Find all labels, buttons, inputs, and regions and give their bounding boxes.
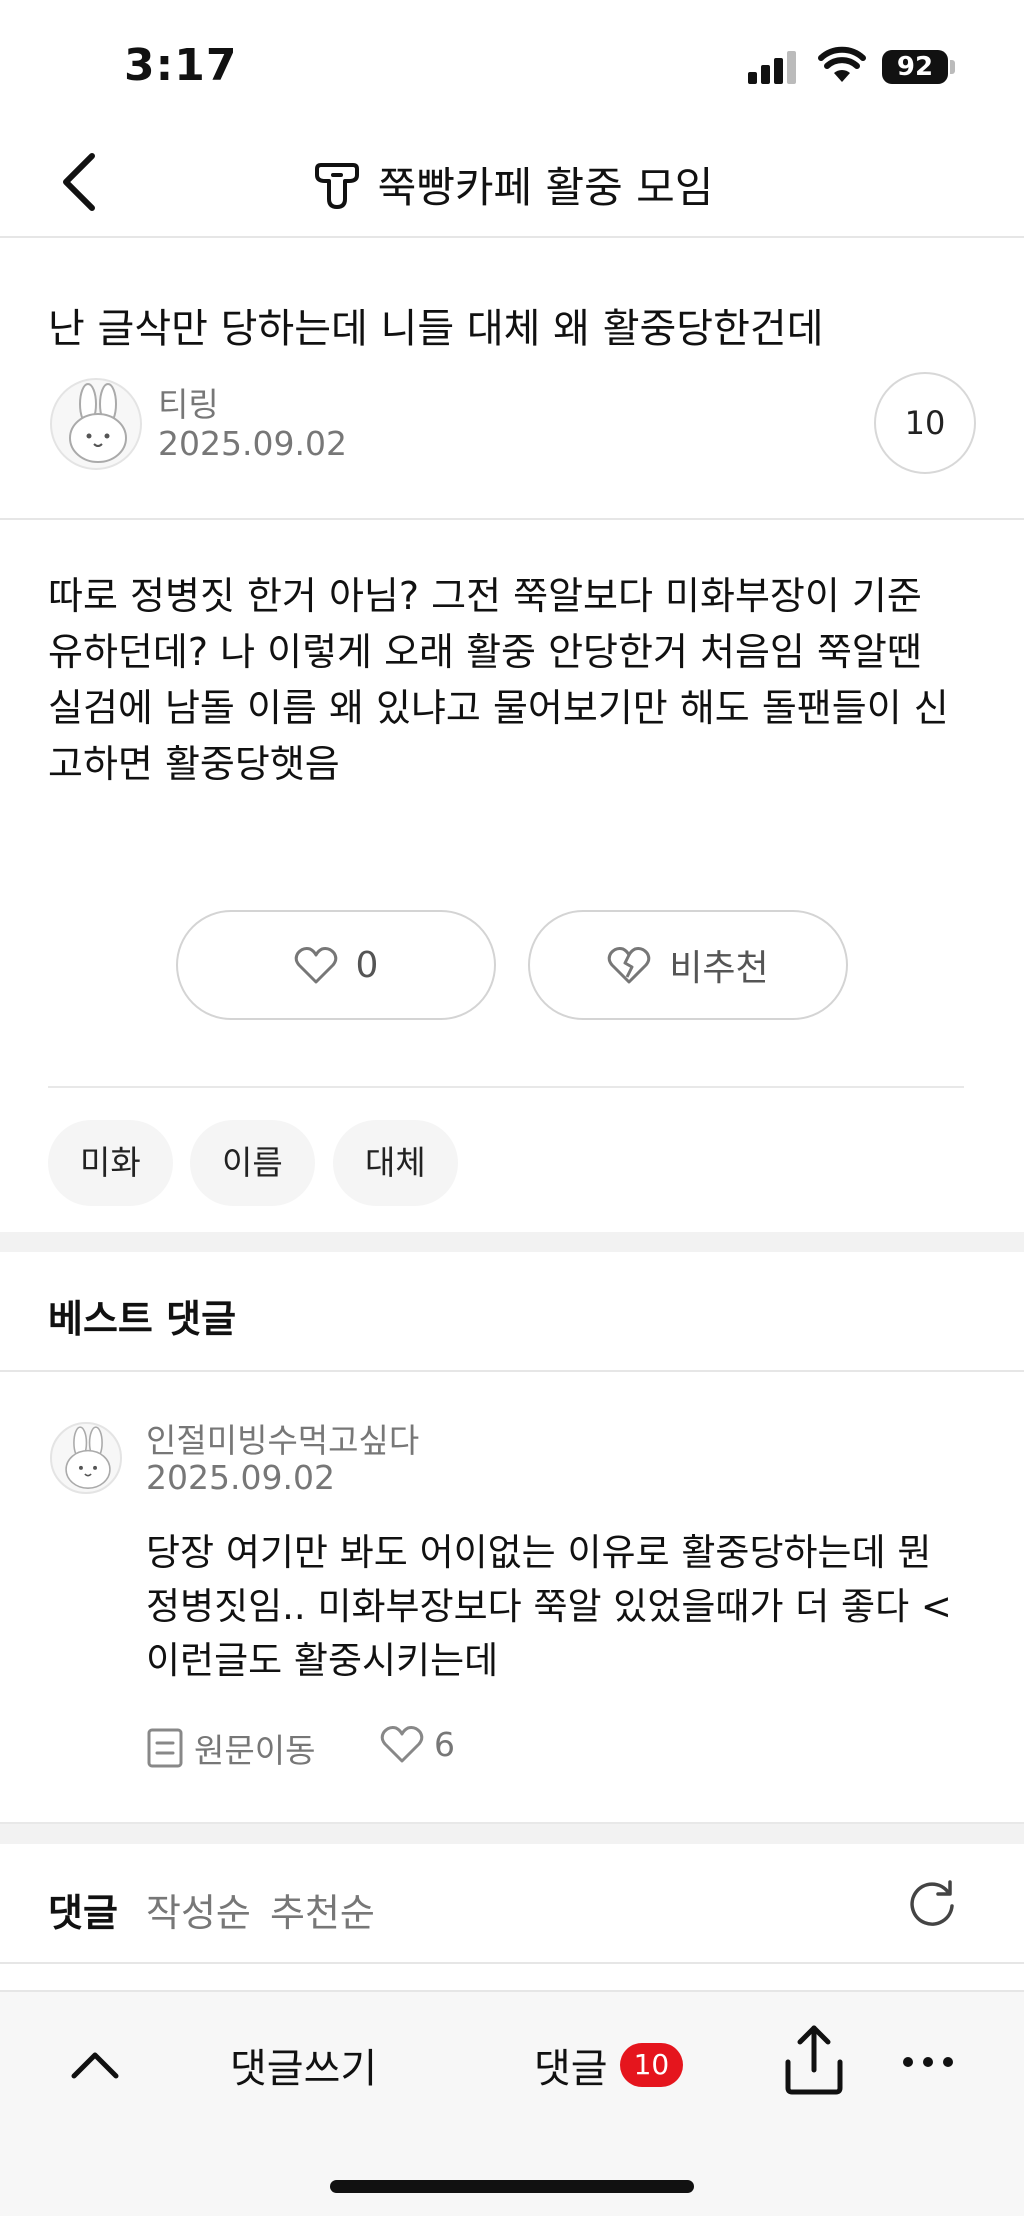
like-button[interactable]: 0 (176, 910, 496, 1020)
heart-icon (380, 1726, 424, 1763)
author-name[interactable]: 티링 (158, 378, 219, 426)
commenter-name[interactable]: 인절미빙수먹고싶다 (146, 1414, 419, 1462)
tag-chip[interactable]: 미화 (48, 1120, 173, 1206)
like-count: 0 (355, 944, 379, 986)
heart-icon (294, 947, 337, 984)
tag-chip[interactable]: 이름 (190, 1120, 315, 1206)
view-comments-button[interactable]: 댓글 10 (534, 2036, 684, 2094)
wifi-icon (818, 46, 866, 82)
comment-like-count: 6 (434, 1724, 455, 1764)
sort-by-likes-option[interactable]: 추천순 (270, 1882, 375, 1937)
more-options-icon[interactable] (900, 2042, 956, 2082)
comment-body: 당장 여기만 봐도 어이없는 이유로 활중당하는데 뭔 정병짓임.. 미화부장보… (146, 1526, 986, 1688)
write-comment-button[interactable]: 댓글쓰기 (230, 2036, 377, 2094)
tag-chip[interactable]: 대체 (333, 1120, 458, 1206)
cellular-signal-icon (748, 50, 800, 84)
sort-by-date-option[interactable]: 작성순 (146, 1882, 251, 1937)
comment-like-button[interactable]: 6 (380, 1724, 455, 1764)
comment-body-line: 이런글도 활중시키는데 (146, 1639, 499, 1682)
broken-heart-icon (608, 947, 651, 984)
divider (48, 1086, 964, 1088)
rabbit-avatar-icon (69, 383, 127, 463)
post-title: 난 글삭만 당하는데 니들 대체 왜 활중당한건데 (48, 306, 824, 352)
document-icon (147, 1728, 183, 1768)
status-bar: 3:17 92 (0, 0, 1024, 130)
go-to-original-label: 원문이동 (194, 1731, 316, 1770)
commenter-avatar[interactable] (50, 1422, 122, 1494)
home-indicator (330, 2180, 694, 2193)
refresh-icon[interactable] (904, 1876, 960, 1932)
divider (0, 1370, 1024, 1372)
post-body: 따로 정병짓 한거 아님? 그전 쭉알보다 미화부장이 기준 유하던데? 나 이… (48, 568, 988, 792)
post-body-line: 따로 정병짓 한거 아님? 그전 쭉알보다 미화부장이 기준 (48, 574, 922, 618)
dislike-button[interactable]: 비추천 (528, 910, 848, 1020)
section-separator (0, 1232, 1024, 1252)
comment-sort-bar: 댓글 작성순 추천순 (0, 1846, 1024, 1966)
post-body-line: 고하면 활중당햇음 (48, 742, 340, 786)
best-comments-title: 베스트 댓글 (48, 1297, 237, 1341)
post-body-line: 실검에 남돌 이름 왜 있냐고 물어보기만 해도 돌팬들이 신 (48, 686, 949, 730)
page-title: 쭉빵카페 활중 모임 (377, 163, 714, 212)
divider (0, 518, 1024, 520)
author-avatar[interactable] (50, 378, 142, 470)
comment-count-button[interactable]: 10 (874, 372, 976, 474)
section-separator (0, 1824, 1024, 1844)
comment-body-line: 당장 여기만 봐도 어이없는 이유로 활중당하는데 뭔 (146, 1531, 932, 1574)
rabbit-avatar-icon (65, 1426, 111, 1489)
battery-tip (950, 60, 955, 74)
divider (0, 1962, 1024, 1964)
dislike-label: 비추천 (669, 948, 769, 989)
scroll-to-top-icon[interactable] (66, 2036, 124, 2094)
share-icon[interactable] (782, 2022, 846, 2096)
comment-date: 2025.09.02 (146, 1458, 335, 1497)
post-date: 2025.09.02 (158, 424, 347, 463)
comments-label: 댓글 (48, 1891, 118, 1935)
battery-indicator: 92 (882, 50, 948, 84)
cafe-logo-icon (314, 162, 359, 209)
comment-body-line: 정병짓임.. 미화부장보다 쭉알 있었을때가 더 좋다 < (146, 1585, 952, 1628)
header-title-group: 쭉빵카페 활중 모임 (0, 154, 1024, 215)
go-to-original-button[interactable]: 원문이동 (146, 1724, 315, 1772)
view-comments-label: 댓글 (534, 2046, 608, 2092)
comment-count-badge: 10 (619, 2043, 684, 2087)
post-body-line: 유하던데? 나 이렇게 오래 활중 안당한거 처음임 쭉알땐 (48, 630, 922, 674)
status-time: 3:17 (124, 40, 238, 91)
header: 쭉빵카페 활중 모임 (0, 130, 1024, 238)
